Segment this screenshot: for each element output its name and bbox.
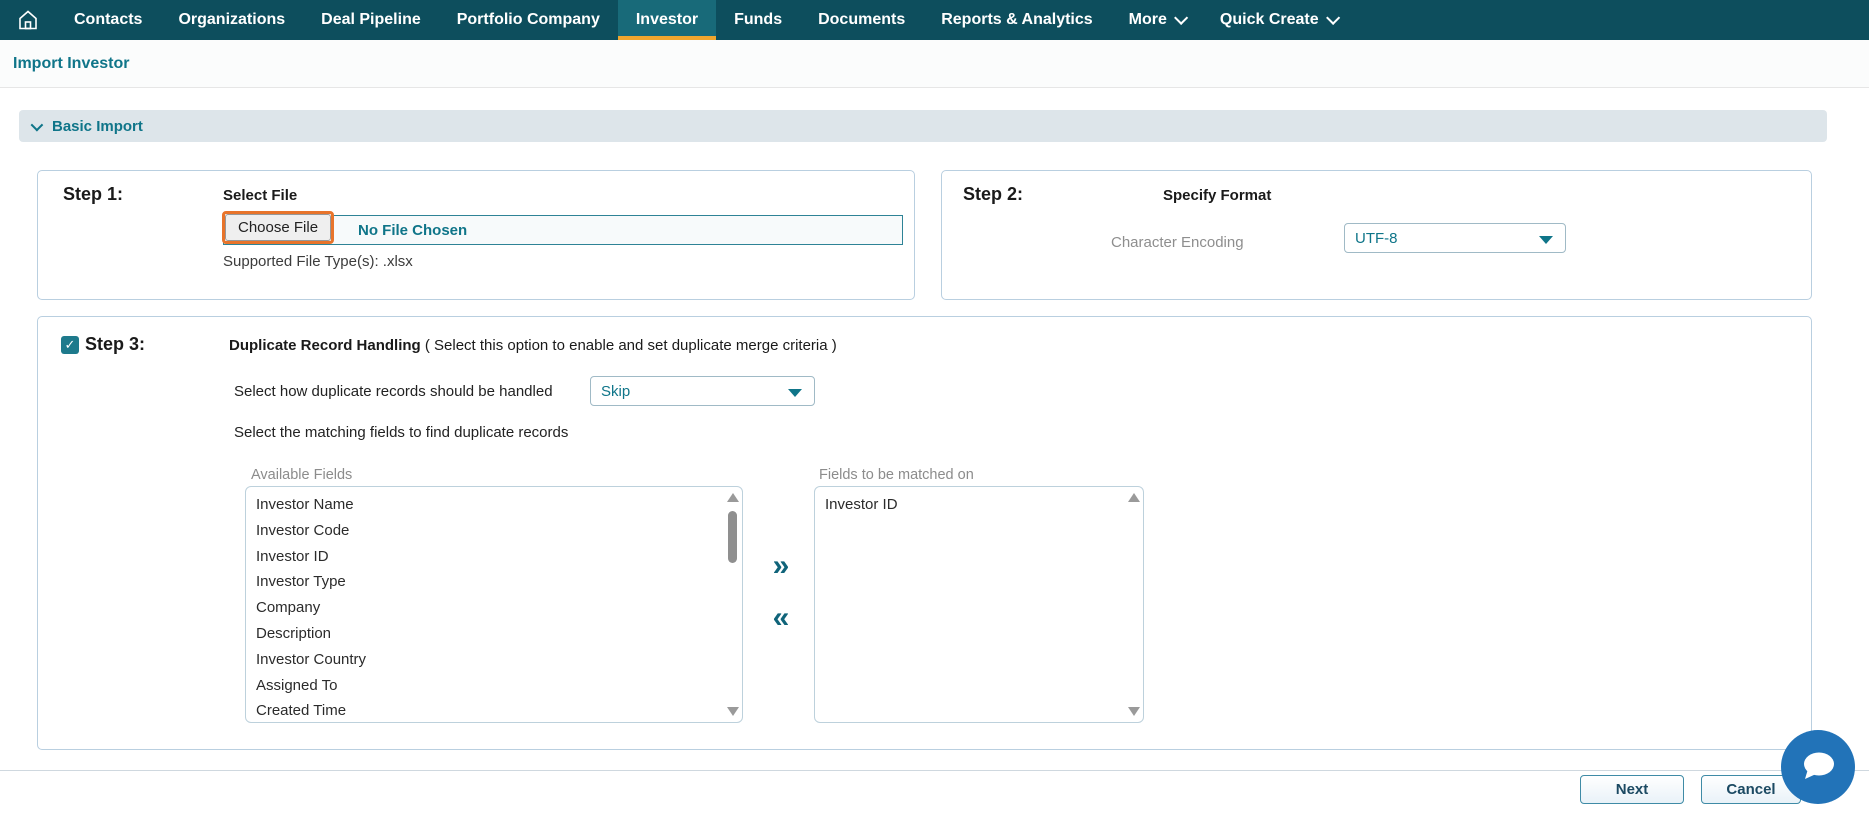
nav-item[interactable]: Contacts <box>56 0 160 40</box>
chevron-down-icon <box>1325 10 1340 25</box>
supported-file-types: Supported File Type(s): .xlsx <box>223 253 413 270</box>
chat-icon <box>1804 752 1834 779</box>
home-icon <box>19 10 37 30</box>
scroll-up-icon[interactable] <box>1128 493 1140 502</box>
home-button[interactable] <box>0 0 56 40</box>
nav-item[interactable]: Organizations <box>160 0 303 40</box>
nav-more[interactable]: More <box>1111 0 1202 40</box>
step2-box: Step 2: Specify Format Character Encodin… <box>941 170 1812 300</box>
chevron-down-icon <box>1173 10 1189 25</box>
step2-label: Step 2: <box>963 184 1024 204</box>
list-item[interactable]: Investor ID <box>825 492 1123 518</box>
page-title: Import Investor <box>13 55 130 72</box>
scroll-down-icon[interactable] <box>727 707 739 716</box>
choose-file-button[interactable]: Choose File <box>225 214 332 241</box>
nav-item[interactable]: Reports & Analytics <box>923 0 1110 40</box>
character-encoding-value: UTF-8 <box>1355 229 1398 247</box>
move-left-button[interactable]: « <box>764 603 798 633</box>
nav-item[interactable]: Documents <box>800 0 923 40</box>
duplicate-record-handling-title: Duplicate Record Handling <box>229 337 421 354</box>
nav-items: Contacts Organizations Deal Pipeline Portfo… <box>56 0 1111 40</box>
top-nav: Contacts Organizations Deal Pipeline Portfo… <box>0 0 1869 40</box>
duplicate-handling-value: Skip <box>601 382 631 400</box>
accordion-label: Basic Import <box>52 117 143 135</box>
duplicate-record-handling-subtitle: ( Select this option to enable and set d… <box>420 337 837 354</box>
matched-fields-items: Investor ID <box>825 492 1123 518</box>
file-status-text: No File Chosen <box>358 221 468 239</box>
chevron-down-icon <box>30 118 44 131</box>
matched-fields-label: Fields to be matched on <box>819 467 974 483</box>
dropdown-arrow-icon <box>1539 236 1553 244</box>
next-button[interactable]: Next <box>1580 775 1684 804</box>
matched-fields-list: Investor ID <box>814 486 1144 723</box>
file-input[interactable]: Choose File No File Chosen <box>222 211 903 245</box>
page-header: Import Investor <box>0 40 1869 88</box>
list-item[interactable]: Created Time <box>256 698 722 722</box>
available-fields-label: Available Fields <box>251 467 353 483</box>
move-right-button[interactable]: » <box>764 551 798 581</box>
step1-label: Step 1: <box>63 184 124 204</box>
footer-divider <box>0 770 1869 771</box>
nav-more-label: More <box>1128 11 1167 28</box>
step3-box: ✓ Step 3: Duplicate Record Handling ( Se… <box>37 316 1812 750</box>
step1-title: Select File <box>223 187 298 204</box>
scrollbar[interactable] <box>1127 487 1141 722</box>
list-item[interactable]: Investor Country <box>256 647 722 673</box>
chat-widget-button[interactable] <box>1781 730 1855 804</box>
dropdown-arrow-icon <box>788 389 802 397</box>
scroll-down-icon[interactable] <box>1128 707 1140 716</box>
step1-box: Step 1: Select File Choose File No File … <box>37 170 915 300</box>
scrollbar-thumb[interactable] <box>728 511 737 563</box>
matching-fields-label: Select the matching fields to find dupli… <box>234 424 569 441</box>
choose-file-highlight: Choose File <box>222 211 335 244</box>
nav-item[interactable]: Deal Pipeline <box>303 0 439 40</box>
list-item[interactable]: Investor Code <box>256 518 722 544</box>
list-item[interactable]: Investor Name <box>256 492 722 518</box>
list-item[interactable]: Investor Type <box>256 569 722 595</box>
nav-item[interactable]: Funds <box>716 0 800 40</box>
nav-quick-create-label: Quick Create <box>1219 11 1319 28</box>
basic-import-accordion[interactable]: Basic Import <box>19 110 1827 142</box>
duplicate-handling-select[interactable]: Skip <box>590 376 815 406</box>
step3-title: Duplicate Record Handling ( Select this … <box>229 337 837 354</box>
available-fields-items: Investor Name Investor Code Investor ID Inv… <box>256 492 722 722</box>
list-item[interactable]: Company <box>256 595 722 621</box>
handled-label: Select how duplicate records should be h… <box>234 383 553 400</box>
step2-title: Specify Format <box>1163 187 1272 204</box>
list-item[interactable]: Investor ID <box>256 544 722 570</box>
scroll-up-icon[interactable] <box>727 493 739 502</box>
character-encoding-select[interactable]: UTF-8 <box>1344 223 1566 253</box>
nav-item[interactable]: Investor <box>617 0 717 40</box>
step3-label: Step 3: <box>85 334 146 354</box>
available-fields-list: Investor Name Investor Code Investor ID Inv… <box>245 486 743 723</box>
scrollbar[interactable] <box>726 487 740 722</box>
character-encoding-label: Character Encoding <box>1111 234 1244 251</box>
list-item[interactable]: Description <box>256 621 722 647</box>
step3-checkbox[interactable]: ✓ <box>61 336 79 354</box>
nav-quick-create[interactable]: Quick Create <box>1202 0 1354 40</box>
nav-item[interactable]: Portfolio Company <box>439 0 618 40</box>
list-item[interactable]: Assigned To <box>256 673 722 699</box>
